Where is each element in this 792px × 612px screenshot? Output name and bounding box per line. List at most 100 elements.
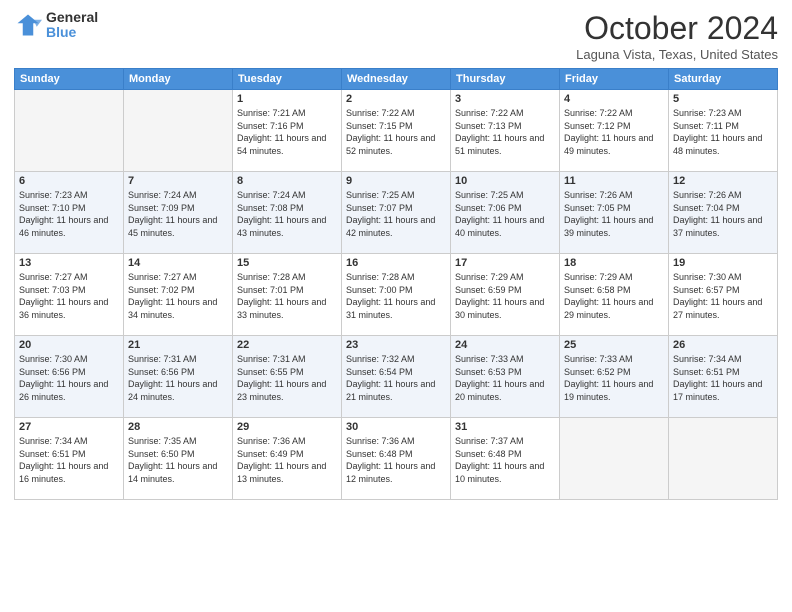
calendar-cell: 9 Sunrise: 7:25 AMSunset: 7:07 PMDaylight… [342, 172, 451, 254]
weekday-header-sunday: Sunday [15, 69, 124, 90]
calendar-cell: 3 Sunrise: 7:22 AMSunset: 7:13 PMDaylight… [451, 90, 560, 172]
day-info: Sunrise: 7:35 AMSunset: 6:50 PMDaylight:… [128, 435, 228, 485]
calendar-cell: 17 Sunrise: 7:29 AMSunset: 6:59 PMDayligh… [451, 254, 560, 336]
calendar-cell: 11 Sunrise: 7:26 AMSunset: 7:05 PMDayligh… [560, 172, 669, 254]
day-info: Sunrise: 7:22 AMSunset: 7:13 PMDaylight:… [455, 107, 555, 157]
day-info: Sunrise: 7:23 AMSunset: 7:10 PMDaylight:… [19, 189, 119, 239]
day-number: 23 [346, 339, 446, 351]
calendar-cell: 18 Sunrise: 7:29 AMSunset: 6:58 PMDayligh… [560, 254, 669, 336]
day-number: 27 [19, 421, 119, 433]
calendar-cell: 20Sunrise: 7:30 AMSunset: 6:56 PMDayligh… [15, 336, 124, 418]
day-number: 4 [564, 93, 664, 105]
day-info: Sunrise: 7:27 AMSunset: 7:03 PMDaylight:… [19, 271, 119, 321]
day-info: Sunrise: 7:29 AMSunset: 6:59 PMDaylight:… [455, 271, 555, 321]
day-info: Sunrise: 7:31 AMSunset: 6:55 PMDaylight:… [237, 353, 337, 403]
calendar-cell: 27 Sunrise: 7:34 AMSunset: 6:51 PMDayligh… [15, 418, 124, 500]
day-info: Sunrise: 7:26 AMSunset: 7:04 PMDaylight:… [673, 189, 773, 239]
day-number: 18 [564, 257, 664, 269]
calendar-cell: 6 Sunrise: 7:23 AMSunset: 7:10 PMDaylight… [15, 172, 124, 254]
day-number: 11 [564, 175, 664, 187]
month-title: October 2024 [576, 10, 778, 47]
calendar-cell: 31 Sunrise: 7:37 AMSunset: 6:48 PMDayligh… [451, 418, 560, 500]
calendar-cell: 21 Sunrise: 7:31 AMSunset: 6:56 PMDayligh… [124, 336, 233, 418]
logo-blue-text: Blue [46, 25, 98, 40]
day-info: Sunrise: 7:32 AMSunset: 6:54 PMDaylight:… [346, 353, 446, 403]
logo-icon [14, 11, 42, 39]
day-number: 3 [455, 93, 555, 105]
day-number: 21 [128, 339, 228, 351]
calendar-cell: 16 Sunrise: 7:28 AMSunset: 7:00 PMDayligh… [342, 254, 451, 336]
week-row-1: 1Sunrise: 7:21 AMSunset: 7:16 PMDaylight… [15, 90, 778, 172]
day-number: 2 [346, 93, 446, 105]
calendar-cell: 23 Sunrise: 7:32 AMSunset: 6:54 PMDayligh… [342, 336, 451, 418]
weekday-header-friday: Friday [560, 69, 669, 90]
day-number: 13 [19, 257, 119, 269]
calendar-cell: 19 Sunrise: 7:30 AMSunset: 6:57 PMDayligh… [669, 254, 778, 336]
weekday-header-row: SundayMondayTuesdayWednesdayThursdayFrid… [15, 69, 778, 90]
calendar-cell: 28 Sunrise: 7:35 AMSunset: 6:50 PMDayligh… [124, 418, 233, 500]
day-number: 17 [455, 257, 555, 269]
day-info: Sunrise: 7:24 AMSunset: 7:09 PMDaylight:… [128, 189, 228, 239]
day-number: 29 [237, 421, 337, 433]
logo: General Blue [14, 10, 98, 41]
day-number: 19 [673, 257, 773, 269]
header: General Blue October 2024 Laguna Vista, … [14, 10, 778, 62]
day-number: 9 [346, 175, 446, 187]
day-info: Sunrise: 7:24 AMSunset: 7:08 PMDaylight:… [237, 189, 337, 239]
day-info: Sunrise: 7:33 AMSunset: 6:52 PMDaylight:… [564, 353, 664, 403]
calendar-cell: 10Sunrise: 7:25 AMSunset: 7:06 PMDayligh… [451, 172, 560, 254]
calendar-cell: 25 Sunrise: 7:33 AMSunset: 6:52 PMDayligh… [560, 336, 669, 418]
day-info: Sunrise: 7:31 AMSunset: 6:56 PMDaylight:… [128, 353, 228, 403]
day-number: 12 [673, 175, 773, 187]
calendar-cell: 14 Sunrise: 7:27 AMSunset: 7:02 PMDayligh… [124, 254, 233, 336]
day-number: 26 [673, 339, 773, 351]
day-info: Sunrise: 7:26 AMSunset: 7:05 PMDaylight:… [564, 189, 664, 239]
day-info: Sunrise: 7:21 AMSunset: 7:16 PMDaylight:… [237, 107, 337, 157]
calendar-cell: 12 Sunrise: 7:26 AMSunset: 7:04 PMDayligh… [669, 172, 778, 254]
day-info: Sunrise: 7:28 AMSunset: 7:01 PMDaylight:… [237, 271, 337, 321]
day-number: 16 [346, 257, 446, 269]
day-info: Sunrise: 7:34 AMSunset: 6:51 PMDaylight:… [673, 353, 773, 403]
day-info: Sunrise: 7:23 AMSunset: 7:11 PMDaylight:… [673, 107, 773, 157]
day-info: Sunrise: 7:30 AMSunset: 6:57 PMDaylight:… [673, 271, 773, 321]
day-number: 10 [455, 175, 555, 187]
day-info: Sunrise: 7:25 AMSunset: 7:07 PMDaylight:… [346, 189, 446, 239]
day-number: 15 [237, 257, 337, 269]
calendar-cell: 4 Sunrise: 7:22 AMSunset: 7:12 PMDaylight… [560, 90, 669, 172]
calendar-cell: 7Sunrise: 7:24 AMSunset: 7:09 PMDaylight… [124, 172, 233, 254]
day-info: Sunrise: 7:28 AMSunset: 7:00 PMDaylight:… [346, 271, 446, 321]
title-block: October 2024 Laguna Vista, Texas, United… [576, 10, 778, 62]
day-number: 5 [673, 93, 773, 105]
weekday-header-wednesday: Wednesday [342, 69, 451, 90]
day-info: Sunrise: 7:36 AMSunset: 6:49 PMDaylight:… [237, 435, 337, 485]
logo-text: General Blue [46, 10, 98, 41]
weekday-header-saturday: Saturday [669, 69, 778, 90]
logo-general-text: General [46, 10, 98, 25]
day-info: Sunrise: 7:29 AMSunset: 6:58 PMDaylight:… [564, 271, 664, 321]
day-number: 30 [346, 421, 446, 433]
weekday-header-thursday: Thursday [451, 69, 560, 90]
day-number: 14 [128, 257, 228, 269]
day-number: 24 [455, 339, 555, 351]
day-number: 28 [128, 421, 228, 433]
week-row-5: 27 Sunrise: 7:34 AMSunset: 6:51 PMDayligh… [15, 418, 778, 500]
day-info: Sunrise: 7:22 AMSunset: 7:15 PMDaylight:… [346, 107, 446, 157]
weekday-header-monday: Monday [124, 69, 233, 90]
day-info: Sunrise: 7:37 AMSunset: 6:48 PMDaylight:… [455, 435, 555, 485]
week-row-3: 13 Sunrise: 7:27 AMSunset: 7:03 PMDayligh… [15, 254, 778, 336]
calendar-cell [669, 418, 778, 500]
day-info: Sunrise: 7:34 AMSunset: 6:51 PMDaylight:… [19, 435, 119, 485]
week-row-2: 6 Sunrise: 7:23 AMSunset: 7:10 PMDaylight… [15, 172, 778, 254]
location-text: Laguna Vista, Texas, United States [576, 47, 778, 62]
day-number: 25 [564, 339, 664, 351]
calendar-table: SundayMondayTuesdayWednesdayThursdayFrid… [14, 68, 778, 500]
page: General Blue October 2024 Laguna Vista, … [0, 0, 792, 612]
day-info: Sunrise: 7:22 AMSunset: 7:12 PMDaylight:… [564, 107, 664, 157]
calendar-cell: 26 Sunrise: 7:34 AMSunset: 6:51 PMDayligh… [669, 336, 778, 418]
day-number: 31 [455, 421, 555, 433]
day-info: Sunrise: 7:27 AMSunset: 7:02 PMDaylight:… [128, 271, 228, 321]
week-row-4: 20Sunrise: 7:30 AMSunset: 6:56 PMDayligh… [15, 336, 778, 418]
day-number: 6 [19, 175, 119, 187]
calendar-cell: 8Sunrise: 7:24 AMSunset: 7:08 PMDaylight… [233, 172, 342, 254]
weekday-header-tuesday: Tuesday [233, 69, 342, 90]
